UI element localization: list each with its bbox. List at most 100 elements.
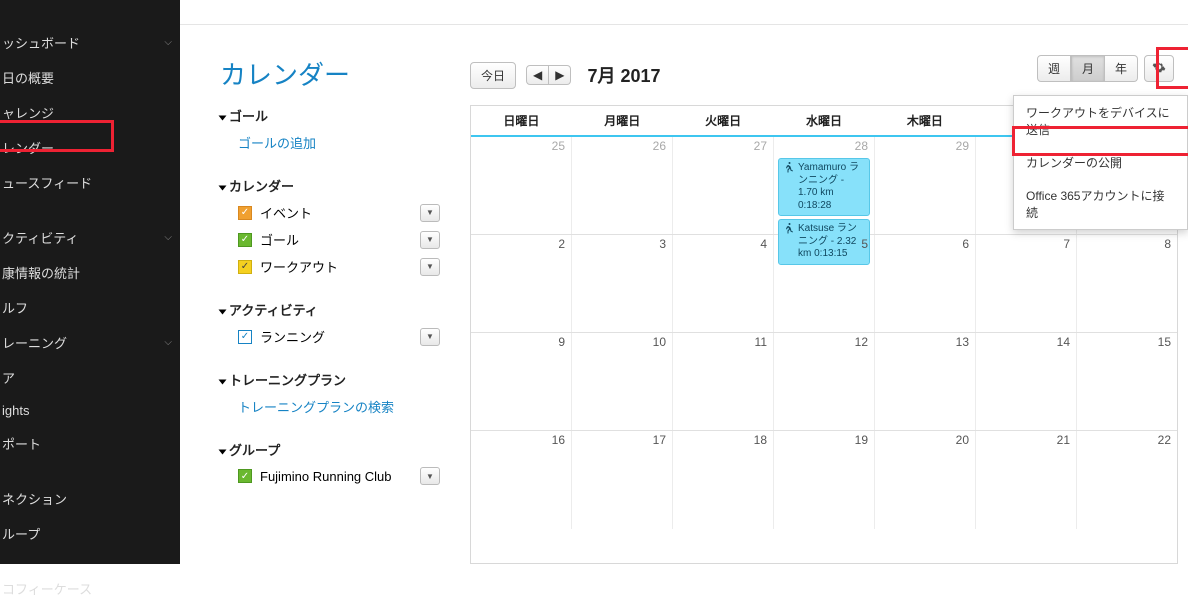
day-number: 18: [754, 433, 767, 447]
day-number: 19: [855, 433, 868, 447]
checkbox-goal[interactable]: ✓: [238, 233, 252, 247]
sidebar-item-label: ュースフィード: [2, 173, 92, 192]
calendar-cell[interactable]: 21: [976, 431, 1077, 529]
calendar-event[interactable]: Yamamuro ランニング - 1.70 km 0:18:28: [778, 158, 870, 216]
dropdown-event[interactable]: ▼: [420, 204, 440, 222]
filter-event-label: イベント: [260, 203, 312, 222]
calendar-cell[interactable]: 15: [1077, 333, 1177, 430]
search-training-plan-link[interactable]: トレーニングプランの検索: [220, 393, 440, 420]
day-number: 29: [956, 139, 969, 153]
dropdown-workout[interactable]: ▼: [420, 258, 440, 276]
menu-send-workout[interactable]: ワークアウトをデバイスに送信: [1014, 96, 1187, 146]
calendar-cell[interactable]: 2: [471, 235, 572, 332]
calendar-cell[interactable]: 8: [1077, 235, 1177, 332]
menu-office365[interactable]: Office 365アカウントに接続: [1014, 179, 1187, 229]
settings-button[interactable]: [1144, 55, 1174, 82]
chevron-down-icon: ⌵: [164, 337, 172, 348]
sidebar-item[interactable]: ッシュボード⌵: [0, 25, 180, 60]
day-number: 6: [962, 237, 969, 251]
settings-dropdown: ワークアウトをデバイスに送信 カレンダーの公開 Office 365アカウントに…: [1013, 95, 1188, 230]
menu-publish-calendar[interactable]: カレンダーの公開: [1014, 146, 1187, 179]
next-button[interactable]: ▶: [549, 65, 571, 85]
view-week-button[interactable]: 週: [1037, 55, 1071, 82]
calendar-header: 今日 ◀ ▶ 7月 2017 週 月 年: [470, 55, 1178, 95]
sidebar-item[interactable]: ュースフィード: [0, 165, 180, 200]
calendar-cell[interactable]: 4: [673, 235, 774, 332]
sidebar-item[interactable]: ルフ: [0, 290, 180, 325]
day-number: 4: [760, 237, 767, 251]
calendar-cell[interactable]: 26: [572, 137, 673, 234]
calendar-cell[interactable]: 13: [875, 333, 976, 430]
calendar-cell[interactable]: 9: [471, 333, 572, 430]
calendar-cell[interactable]: 5: [774, 235, 875, 332]
calendar-cell[interactable]: 12: [774, 333, 875, 430]
sidebar-item[interactable]: ャレンジ: [0, 95, 180, 130]
sidebar-item[interactable]: コフィーケース: [0, 571, 180, 606]
day-number: 16: [552, 433, 565, 447]
filter-running-row: ランニング ▼: [220, 323, 440, 350]
filter-group-label: Fujimino Running Club: [260, 469, 392, 484]
today-button[interactable]: 今日: [470, 62, 516, 89]
calendar-cell[interactable]: 10: [572, 333, 673, 430]
sidebar-item[interactable]: 日の概要: [0, 60, 180, 95]
sidebar-item[interactable]: ループ: [0, 516, 180, 551]
day-number: 17: [653, 433, 666, 447]
dropdown-group[interactable]: ▼: [420, 467, 440, 485]
sidebar-item[interactable]: ア: [0, 360, 180, 395]
day-number: 27: [754, 139, 767, 153]
calendar-week-row: 16 17 18 19 2021 22: [471, 431, 1177, 529]
sidebar-item-label: ポート: [2, 434, 41, 453]
section-calendar[interactable]: カレンダー: [220, 170, 440, 199]
gear-icon: [1152, 60, 1166, 74]
sidebar-item-label: ルフ: [2, 298, 28, 317]
add-goal-link[interactable]: ゴールの追加: [220, 129, 440, 156]
day-number: 9: [558, 335, 565, 349]
calendar-cell[interactable]: 19: [774, 431, 875, 529]
calendar-cell[interactable]: 25: [471, 137, 572, 234]
calendar-cell[interactable]: 7: [976, 235, 1077, 332]
calendar-cell[interactable]: 18: [673, 431, 774, 529]
checkbox-running[interactable]: [238, 330, 252, 344]
sidebar-item[interactable]: レーニング⌵: [0, 325, 180, 360]
calendar-cell[interactable]: 29: [875, 137, 976, 234]
prev-button[interactable]: ◀: [526, 65, 549, 85]
sidebar-item[interactable]: ポート: [0, 426, 180, 461]
calendar-cell[interactable]: 28Yamamuro ランニング - 1.70 km 0:18:28Katsus…: [774, 137, 875, 234]
sidebar-item[interactable]: レンダー: [0, 130, 180, 165]
checkbox-group[interactable]: ✓: [238, 469, 252, 483]
filter-running-label: ランニング: [260, 327, 325, 346]
calendar-cell[interactable]: 22: [1077, 431, 1177, 529]
dropdown-running[interactable]: ▼: [420, 328, 440, 346]
sidebar-item-label: ループ: [2, 524, 40, 543]
chevron-down-icon: ⌵: [164, 37, 172, 48]
day-header-cell: 木曜日: [874, 106, 975, 135]
section-activity[interactable]: アクティビティ: [220, 294, 440, 323]
sidebar-item[interactable]: ネクション: [0, 481, 180, 516]
sidebar-item[interactable]: クティビティ⌵: [0, 220, 180, 255]
dropdown-goal[interactable]: ▼: [420, 231, 440, 249]
sidebar-item[interactable]: 康情報の統計: [0, 255, 180, 290]
view-month-button[interactable]: 月: [1071, 55, 1105, 82]
calendar-cell[interactable]: 27: [673, 137, 774, 234]
day-number: 2: [558, 237, 565, 251]
day-number: 26: [653, 139, 666, 153]
day-number: 22: [1158, 433, 1171, 447]
runner-icon: [783, 162, 795, 174]
section-training-plan[interactable]: トレーニングプラン: [220, 364, 440, 393]
calendar-week-row: 23 45 6 78: [471, 235, 1177, 333]
day-number: 7: [1063, 237, 1070, 251]
calendar-cell[interactable]: 17: [572, 431, 673, 529]
day-number: 10: [653, 335, 666, 349]
section-group[interactable]: グループ: [220, 434, 440, 463]
calendar-cell[interactable]: 11: [673, 333, 774, 430]
calendar-cell[interactable]: 3: [572, 235, 673, 332]
calendar-cell[interactable]: 16: [471, 431, 572, 529]
checkbox-event[interactable]: ✓: [238, 206, 252, 220]
sidebar-item[interactable]: ights: [0, 395, 180, 426]
calendar-cell[interactable]: 6: [875, 235, 976, 332]
view-year-button[interactable]: 年: [1105, 55, 1138, 82]
calendar-cell[interactable]: 14: [976, 333, 1077, 430]
section-goal[interactable]: ゴール: [220, 100, 440, 129]
calendar-cell[interactable]: 20: [875, 431, 976, 529]
checkbox-workout[interactable]: ✓: [238, 260, 252, 274]
